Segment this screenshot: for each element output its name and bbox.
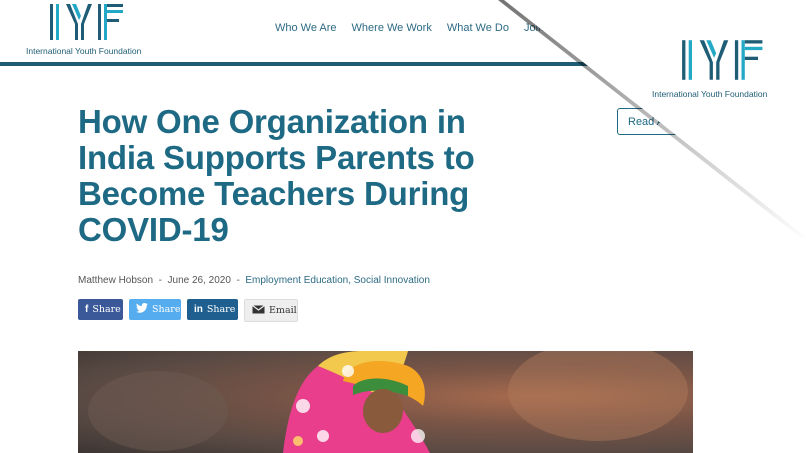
read-all-button[interactable]: Read Al xyxy=(617,108,737,135)
envelope-icon xyxy=(252,304,265,317)
meta-separator: - xyxy=(236,275,240,286)
linkedin-share-button[interactable]: in Share xyxy=(187,299,238,320)
curl-brand-name: International Youth Foundation xyxy=(652,89,768,99)
linkedin-icon: in xyxy=(194,304,203,315)
email-share-button[interactable]: Email xyxy=(244,299,298,322)
twitter-share-button[interactable]: Share xyxy=(129,299,181,320)
linkedin-share-label: Share xyxy=(206,304,236,315)
main-nav: Who We Are Where We Work What We Do Join… xyxy=(275,22,555,34)
share-buttons: f Share Share in Share Email xyxy=(78,299,298,322)
meta-separator: - xyxy=(158,275,162,286)
publish-date: June 26, 2020 xyxy=(167,275,231,286)
brand-name: International Youth Foundation xyxy=(26,46,142,56)
nav-who-we-are[interactable]: Who We Are xyxy=(275,22,337,34)
nav-join-us[interactable]: Join U xyxy=(524,22,555,34)
facebook-share-button[interactable]: f Share xyxy=(78,299,123,320)
article-meta: Matthew Hobson - June 26, 2020 - Employm… xyxy=(78,275,430,286)
iyf-logo[interactable]: International Youth Foundation xyxy=(26,2,156,58)
hero-photo xyxy=(78,351,693,453)
twitter-share-label: Share xyxy=(152,304,181,315)
woman-in-sari-image xyxy=(88,351,688,453)
facebook-icon: f xyxy=(85,304,89,315)
twitter-icon xyxy=(136,302,148,316)
nav-what-we-do[interactable]: What We Do xyxy=(447,22,509,34)
curl-logo-mark xyxy=(682,40,763,80)
nav-where-we-work[interactable]: Where We Work xyxy=(352,22,432,34)
iyf-logo-mark xyxy=(50,4,123,40)
facebook-share-label: Share xyxy=(92,304,121,315)
article-title: How One Organization in India Supports P… xyxy=(78,103,475,248)
article-categories[interactable]: Employment Education, Social Innovation xyxy=(245,275,430,286)
email-share-label: Email xyxy=(269,305,297,316)
curl-iyf-logo: International Youth Foundation xyxy=(652,38,802,102)
author-name[interactable]: Matthew Hobson xyxy=(78,275,153,286)
